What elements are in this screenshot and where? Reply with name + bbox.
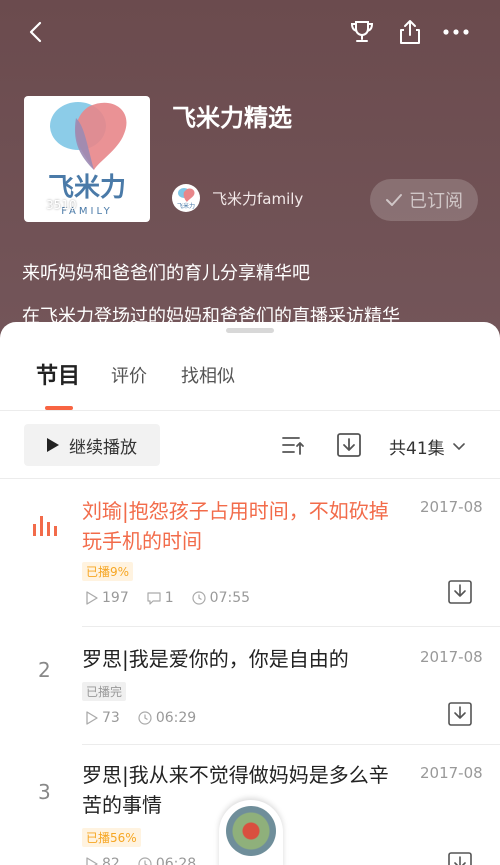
comment-icon [147,592,161,605]
clock-icon [192,591,206,605]
episode-download-button[interactable] [448,580,472,608]
album-header: 飞米力 FAMILY 3510 飞米力精选 飞米力 飞米力family 已订阅 … [0,0,500,360]
trophy-icon [350,21,374,42]
episode-sheet: 节目 评价 找相似 继续播放 共41集 刘瑜|抱怨孩子占用时间，不如砍掉玩手机的… [0,322,500,865]
episode-number: 2 [38,658,51,682]
play-count-text: 3510 [46,198,77,212]
play-outline-icon [86,857,98,865]
sort-button[interactable] [280,432,306,462]
clock-icon [138,857,152,865]
album-title: 飞米力精选 [172,104,292,132]
row-divider [82,744,500,745]
download-icon [448,702,472,726]
back-button[interactable] [20,16,52,48]
episode-count: 共41集 [389,439,445,459]
author-name[interactable]: 飞米力family [212,188,303,209]
now-playing-bars-icon [33,516,57,536]
more-button[interactable] [440,16,472,48]
episode-count-selector[interactable]: 共41集 [389,434,465,459]
duration: 07:55 [209,590,251,606]
continue-play-label: 继续播放 [69,437,137,458]
author-logo-icon: 飞米力 [177,188,195,210]
tab-reviews[interactable]: 评价 [111,362,147,388]
share-button[interactable] [394,16,426,48]
mini-player[interactable] [219,800,283,865]
played-progress-badge: 已播9% [82,562,134,581]
episode-stats: 197 1 07:55 [86,590,250,606]
now-playing-cover[interactable] [226,806,276,856]
play-outline-icon [86,711,98,725]
toolbar-divider [0,478,500,479]
episode-stats: 73 06:29 [86,710,196,726]
play-small-icon [34,200,42,210]
album-description-line1: 来听妈妈和爸爸们的育儿分享精华吧 [22,263,310,284]
chevron-left-icon [29,21,42,43]
duration: 06:29 [155,710,197,726]
check-icon [386,194,402,206]
play-count: 82 [102,856,120,865]
episode-title[interactable]: 罗思|我是爱你的，你是自由的 [82,644,402,674]
tab-similar[interactable]: 找相似 [181,362,235,388]
play-count: 73 [102,710,120,726]
author-row[interactable]: 飞米力 飞米力family [172,184,303,212]
share-icon [400,20,420,44]
play-outline-icon [86,591,98,605]
played-progress-badge: 已播56% [82,828,141,847]
download-icon [448,852,472,865]
author-avatar[interactable]: 飞米力 [172,184,200,212]
duration: 06:28 [155,856,197,865]
cover-play-count: 3510 [34,198,77,212]
more-dots-icon [443,29,469,35]
tab-divider [0,410,500,411]
tab-programs[interactable]: 节目 [36,358,80,390]
episode-title[interactable]: 刘瑜|抱怨孩子占用时间，不如砍掉玩手机的时间 [82,496,402,556]
continue-play-button[interactable]: 继续播放 [24,424,160,466]
comment-count: 1 [164,590,174,606]
chevron-down-icon [452,442,465,450]
trophy-button[interactable] [346,16,378,48]
episode-download-button[interactable] [448,702,472,730]
episode-stats: 82 06:28 [86,856,196,865]
top-bar [0,10,500,54]
album-cover[interactable]: 飞米力 FAMILY 3510 [24,96,150,222]
batch-download-button[interactable] [336,432,362,462]
subscribed-button[interactable]: 已订阅 [370,179,478,221]
played-progress-badge: 已播完 [82,682,127,701]
tab-bar: 节目 评价 找相似 [0,362,500,410]
episode-date: 2017-08 [420,498,483,516]
play-icon [47,438,59,452]
sort-icon [282,437,304,455]
play-count: 197 [102,590,129,606]
episode-date: 2017-08 [420,764,483,782]
episode-number: 3 [38,780,51,804]
episode-date: 2017-08 [420,648,483,666]
episode-row[interactable]: 2 罗思|我是爱你的，你是自由的 2017-08 已播完 73 06:29 [0,628,500,746]
episode-toolbar: 继续播放 共41集 [0,424,500,466]
drag-handle[interactable] [226,328,274,333]
episode-download-button[interactable] [448,852,472,865]
episode-row[interactable]: 刘瑜|抱怨孩子占用时间，不如砍掉玩手机的时间 2017-08 已播9% 197 … [0,492,500,628]
download-icon [448,580,472,604]
row-divider [82,626,500,627]
download-icon [337,433,361,457]
author-avatar-text: 飞米力 [177,202,195,210]
clock-icon [138,711,152,725]
subscribed-label: 已订阅 [409,191,463,212]
